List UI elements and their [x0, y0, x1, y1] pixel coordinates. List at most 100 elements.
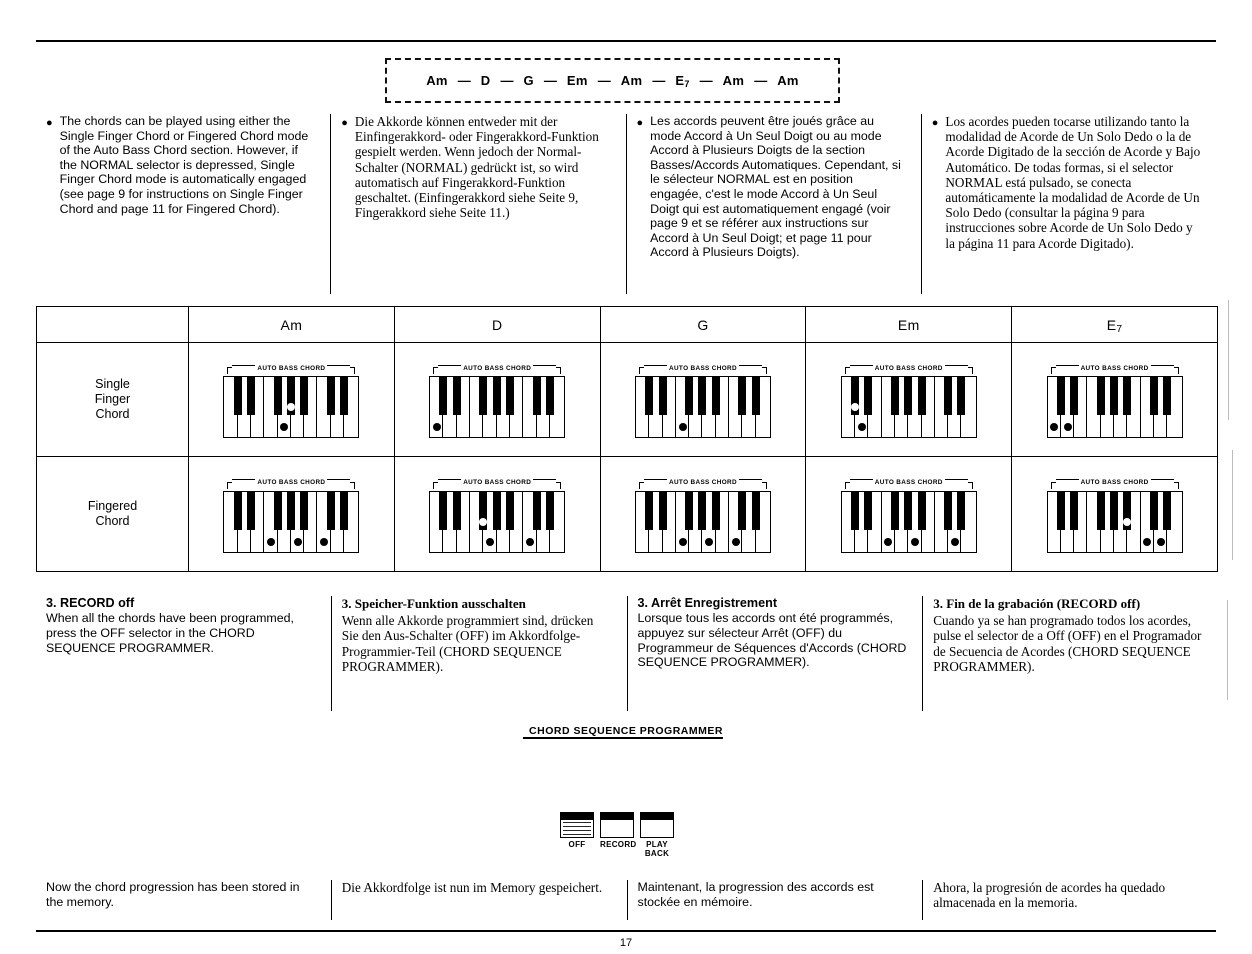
auto-bass-chord-bracket: AUTO BASS CHORD [227, 477, 356, 489]
key-marker-dot-inverse [286, 403, 295, 411]
black-key [439, 377, 448, 415]
black-key [1149, 491, 1158, 530]
black-key [645, 377, 654, 415]
chord-separator: — [543, 73, 557, 88]
page-bottom-rule [36, 930, 1216, 932]
keyboard [429, 376, 566, 438]
selector-play-back[interactable]: PLAY BACK [640, 812, 674, 858]
diagram-cell-single_finger-D: AUTO BASS CHORD [395, 343, 601, 456]
black-key [273, 491, 282, 530]
keyboard-diagram: AUTO BASS CHORD [634, 361, 771, 438]
selector-button[interactable] [600, 812, 634, 838]
diagram-cell-fingered-Am: AUTO BASS CHORD [189, 457, 395, 571]
key-marker-dot [320, 537, 329, 546]
chord-token: Am [426, 73, 448, 88]
black-key [492, 491, 501, 530]
step3-body: When all the chords have been programmed… [46, 611, 294, 655]
auto-bass-chord-bracket: AUTO BASS CHORD [1050, 362, 1179, 374]
bracket-line-right [1150, 479, 1174, 480]
row-label-fingered: Fingered Chord [37, 457, 189, 571]
chord-token: Am [620, 73, 643, 88]
black-key [505, 377, 514, 415]
key-marker-dot [525, 537, 534, 546]
chord-separator: — [500, 73, 514, 88]
keyboard-diagram: AUTO BASS CHORD [634, 476, 771, 553]
bracket-line-right [738, 364, 762, 366]
bracket-leg-right [762, 481, 767, 489]
keyboard [1046, 490, 1183, 553]
selector-button[interactable] [640, 812, 674, 838]
step3-body: Wenn alle Akkorde programmiert sind, drü… [341, 613, 594, 675]
row-label-single_finger: Single Finger Chord [37, 343, 189, 456]
black-key [851, 491, 860, 530]
bracket-leg-left [638, 367, 644, 374]
black-key [711, 491, 720, 530]
chord-token: E7 [675, 73, 690, 89]
bracket-line-left [643, 479, 667, 480]
black-key [479, 377, 488, 415]
bracket-leg-left [433, 481, 439, 489]
footer-column-de: Die Akkordfolge ist nun im Memory gespei… [330, 880, 627, 920]
bracket-line-right [533, 479, 557, 480]
black-key [247, 491, 255, 530]
auto-bass-chord-bracket: AUTO BASS CHORD [638, 477, 767, 489]
table-header-cell-E7: E7 [1012, 307, 1217, 342]
bracket-line-right [944, 479, 968, 480]
selector-record[interactable]: RECORD [600, 812, 636, 849]
keyboard [429, 490, 566, 553]
bracket-line-right [533, 364, 557, 366]
keyboard [840, 376, 977, 438]
intro-column-fr: ● Les accords peuvent être joués grâce au… [625, 114, 921, 294]
black-key [645, 491, 654, 530]
black-key [904, 491, 913, 530]
step3-column-de: 3. Speicher-Funktion ausschalten Wenn all… [330, 596, 627, 711]
diagram-cell-single_finger-Em: AUTO BASS CHORD [806, 343, 1013, 456]
black-key [1096, 491, 1105, 530]
intro-text: Les accords peuvent être joués grâce au … [650, 114, 901, 260]
black-key [685, 377, 694, 415]
selector-button-cap [561, 813, 593, 820]
selector-button[interactable] [560, 812, 594, 838]
bracket-leg-right [556, 367, 562, 374]
auto-bass-chord-bracket: AUTO BASS CHORD [844, 362, 973, 374]
scan-artifact [1227, 600, 1228, 700]
key-marker-dot [857, 423, 866, 431]
intro-body: ● Die Akkorde können entweder mit der Ein… [341, 114, 611, 220]
bracket-line-left [438, 479, 462, 480]
key-marker-dot [910, 537, 919, 546]
key-marker-dot [678, 537, 687, 546]
diagram-cell-single_finger-G: AUTO BASS CHORD [601, 343, 807, 456]
black-key [904, 377, 913, 415]
bracket-line-left [849, 479, 873, 480]
bracket-leg-left [227, 367, 233, 374]
bracket-leg-right [1173, 481, 1179, 489]
footer-text: Die Akkordfolge ist nun im Memory gespei… [341, 880, 603, 895]
black-key [532, 491, 541, 530]
black-key [944, 491, 953, 530]
bracket-line-right [1150, 364, 1174, 366]
diagram-cell-fingered-D: AUTO BASS CHORD [395, 457, 601, 571]
selector-off[interactable]: OFF [560, 812, 594, 849]
chord-separator: — [457, 73, 471, 88]
auto-bass-chord-bracket: AUTO BASS CHORD [1050, 477, 1179, 489]
black-key [957, 491, 966, 530]
chord-name-label: Em [897, 316, 920, 333]
bracket-line-left [643, 364, 667, 366]
black-key [439, 491, 448, 530]
selector-button-cap [601, 813, 633, 820]
intro-body: ● Los acordes pueden tocarse utilizando t… [932, 114, 1202, 251]
key-marker-dot [1156, 537, 1165, 546]
black-key [326, 377, 335, 415]
selector-button-cap [641, 813, 673, 820]
key-marker-dot [1063, 423, 1072, 431]
table-row: Single Finger Chord AUTO BASS CHORD AUTO B… [37, 343, 1217, 457]
chord-token: G [523, 73, 534, 88]
chord-name-label: E7 [1106, 316, 1123, 335]
footer-columns: Now the chord progression has been store… [36, 880, 1218, 920]
key-marker-dot-inverse [479, 517, 488, 526]
keyboard-diagram: AUTO BASS CHORD [223, 361, 360, 438]
key-marker-dot [705, 537, 714, 546]
black-key [1110, 491, 1119, 530]
page-number: 17 [619, 937, 633, 949]
bracket-line-left [849, 364, 873, 366]
